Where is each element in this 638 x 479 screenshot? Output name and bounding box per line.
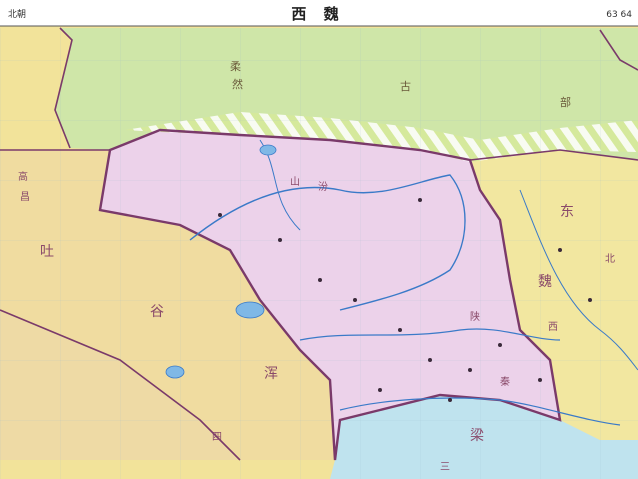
- label-tujue-2: 部: [560, 95, 571, 109]
- town-marker: [318, 278, 322, 282]
- lake-north: [259, 144, 277, 156]
- town-marker: [588, 298, 592, 302]
- graticule: [0, 28, 638, 479]
- town-marker: [498, 343, 502, 347]
- label-gaochang-2: 昌: [20, 191, 30, 203]
- label-tujue-1: 古: [400, 80, 411, 93]
- label-gaochang-1: 高: [18, 170, 28, 183]
- label-liang: 梁: [470, 428, 484, 444]
- town-marker: [428, 358, 432, 362]
- town-marker: [398, 328, 402, 332]
- town-marker: [353, 298, 357, 302]
- label-dongwei-1: 东: [560, 204, 574, 220]
- town-marker: [448, 398, 452, 402]
- header-left-label: 北朝: [8, 9, 26, 20]
- label-rouran-1: 柔: [230, 60, 241, 73]
- town-marker: [468, 368, 472, 372]
- town-marker: [278, 238, 282, 242]
- label-bei: 北: [605, 253, 615, 265]
- label-tuyuhun-1: 吐: [40, 244, 54, 260]
- label-qin: 秦: [500, 375, 510, 388]
- town-marker: [538, 378, 542, 382]
- label-tuyuhun-3: 浑: [264, 366, 278, 382]
- lake-qinghai: [235, 301, 265, 319]
- historical-map: 北朝 西 魏 63 64 柔 然 古 部 高 昌 吐 谷 浑 东 魏 梁 山 陕…: [0, 0, 638, 479]
- lake-west: [165, 365, 185, 379]
- town-marker: [218, 213, 222, 217]
- town-marker: [418, 198, 422, 202]
- map-title: 西 魏: [291, 5, 344, 23]
- label-dongwei-2: 魏: [538, 274, 552, 290]
- label-xi: 西: [548, 322, 558, 333]
- label-san: 三: [440, 462, 450, 473]
- town-marker: [558, 248, 562, 252]
- label-fen: 汾: [318, 181, 328, 193]
- page-numbers: 63 64: [606, 10, 632, 20]
- label-si: 四: [212, 432, 222, 443]
- town-marker: [378, 388, 382, 392]
- label-shaan: 陕: [470, 310, 480, 323]
- label-tuyuhun-2: 谷: [150, 304, 164, 320]
- label-rouran-2: 然: [232, 77, 243, 91]
- label-shan: 山: [290, 176, 300, 188]
